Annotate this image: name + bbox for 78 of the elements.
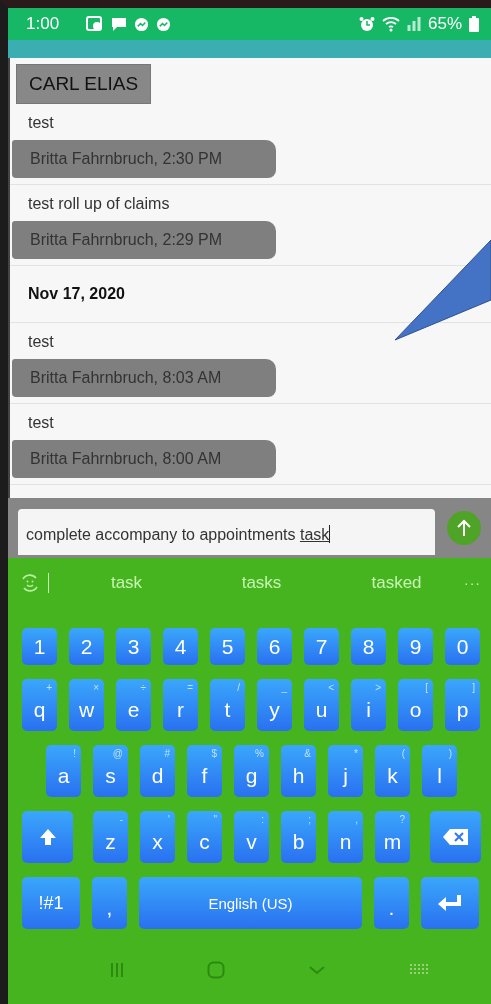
letter-key[interactable]: < u: [304, 679, 339, 731]
gallery-icon: [86, 16, 105, 32]
letter-key[interactable]: ? m: [375, 811, 410, 863]
number-key[interactable]: 4: [163, 628, 198, 665]
letter-key[interactable]: ÷ e: [116, 679, 151, 731]
alarm-icon: [358, 16, 375, 32]
message-text: test: [27, 113, 54, 133]
letter-key[interactable]: * j: [328, 745, 363, 797]
letter-key[interactable]: : v: [234, 811, 269, 863]
letter-key[interactable]: = r: [163, 679, 198, 731]
letter-key[interactable]: × w: [69, 679, 104, 731]
number-key[interactable]: 9: [398, 628, 433, 665]
number-key[interactable]: 8: [351, 628, 386, 665]
letter-key[interactable]: $ f: [187, 745, 222, 797]
battery-icon: [469, 16, 479, 32]
letter-key[interactable]: > i: [351, 679, 386, 731]
symbols-key[interactable]: !#1: [22, 877, 80, 929]
date-header: Nov 17, 2020: [28, 285, 125, 303]
emoji-icon[interactable]: [20, 573, 40, 593]
number-key[interactable]: 7: [304, 628, 339, 665]
message-text: test: [27, 332, 54, 352]
message-author: Britta Fahrnbruch, 8:03 AM: [12, 359, 276, 397]
battery-percent: 65%: [427, 14, 462, 34]
letter-key[interactable]: [ o: [398, 679, 433, 731]
keyboard-icon[interactable]: [407, 963, 430, 977]
message-text: test: [27, 413, 54, 433]
message-input[interactable]: complete accompany to appointments task: [18, 509, 435, 555]
message-author: Britta Fahrnbruch, 2:30 PM: [12, 140, 276, 178]
number-key[interactable]: 2: [69, 628, 104, 665]
recent-apps-icon[interactable]: [109, 962, 126, 978]
letter-key[interactable]: ' x: [140, 811, 175, 863]
backspace-icon: [442, 828, 469, 846]
suggestion-word[interactable]: tasked: [329, 573, 464, 593]
shift-key[interactable]: [22, 811, 73, 863]
letter-key[interactable]: ( k: [375, 745, 410, 797]
home-icon[interactable]: [207, 961, 226, 979]
send-button[interactable]: [447, 511, 481, 545]
enter-icon: [437, 893, 463, 913]
letter-key[interactable]: ,: [92, 877, 127, 929]
shift-icon: [37, 827, 58, 847]
letter-key[interactable]: ; b: [281, 811, 316, 863]
letter-key[interactable]: @ s: [93, 745, 128, 797]
letter-key[interactable]: _ y: [257, 679, 292, 731]
letter-key[interactable]: .: [374, 877, 409, 929]
letter-key[interactable]: % g: [234, 745, 269, 797]
suggestion-word[interactable]: tasks: [194, 573, 329, 593]
letter-key[interactable]: + q: [22, 679, 57, 731]
letter-key[interactable]: " c: [187, 811, 222, 863]
clock-time: 1:00: [26, 14, 60, 34]
contact-name: CARL ELIAS: [16, 64, 152, 104]
enter-key[interactable]: [421, 877, 479, 929]
letter-key[interactable]: , n: [328, 811, 363, 863]
letter-key[interactable]: # d: [140, 745, 175, 797]
space-bar[interactable]: English (US): [139, 877, 362, 929]
letter-key[interactable]: - z: [93, 811, 128, 863]
letter-key[interactable]: / t: [210, 679, 245, 731]
messenger-icon: [156, 16, 172, 32]
suggestion-word[interactable]: task: [59, 573, 194, 593]
letter-key[interactable]: ! a: [46, 745, 81, 797]
wifi-icon: [381, 16, 400, 32]
number-key[interactable]: 3: [116, 628, 151, 665]
chat-icon: [111, 16, 128, 32]
message-author: Britta Fahrnbruch, 2:29 PM: [12, 221, 276, 259]
number-key[interactable]: 6: [257, 628, 292, 665]
signal-icon: [406, 16, 421, 32]
backspace-key[interactable]: [430, 811, 481, 863]
message-author: Britta Fahrnbruch, 8:00 AM: [12, 440, 276, 478]
more-suggestions[interactable]: ···: [464, 575, 481, 591]
chevron-down-icon[interactable]: [307, 965, 326, 975]
letter-key[interactable]: & h: [281, 745, 316, 797]
number-key[interactable]: 5: [210, 628, 245, 665]
messenger-icon: [134, 16, 150, 32]
arrow-up-icon: [456, 519, 472, 537]
letter-key[interactable]: ) l: [422, 745, 457, 797]
number-key[interactable]: 1: [22, 628, 57, 665]
number-key[interactable]: 0: [445, 628, 480, 665]
message-text: test roll up of claims: [27, 194, 170, 214]
letter-key[interactable]: ] p: [445, 679, 480, 731]
